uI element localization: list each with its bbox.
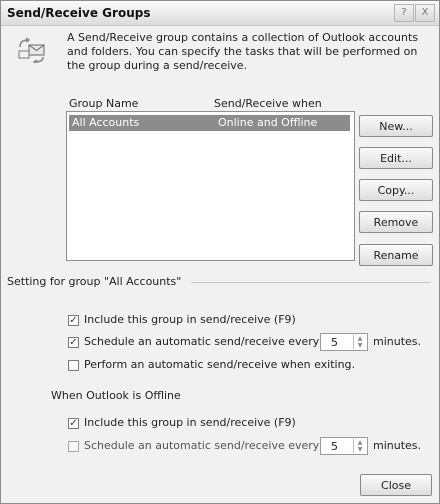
dialog-title: Send/Receive Groups [7, 6, 151, 20]
groups-list[interactable]: All Accounts Online and Offline [66, 111, 355, 261]
schedule-offline-minutes-spinner[interactable]: 5 ▲ ▼ [320, 437, 368, 455]
schedule-offline-minutes-suffix: minutes. [373, 439, 422, 452]
rename-button[interactable]: Rename [359, 244, 433, 266]
new-button[interactable]: New... [359, 115, 433, 137]
on-exit-label: Perform an automatic send/receive when e… [84, 358, 356, 371]
edit-button[interactable]: Edit... [359, 147, 433, 169]
offline-section-label: When Outlook is Offline [51, 389, 181, 402]
close-window-button[interactable]: X [415, 4, 435, 22]
group-name: All Accounts [72, 116, 140, 129]
schedule-online-minutes-spinner[interactable]: 5 ▲ ▼ [320, 333, 368, 351]
close-button[interactable]: Close [360, 474, 432, 496]
include-online-checkbox[interactable]: ✓ [68, 315, 79, 326]
schedule-online-label: Schedule an automatic send/receive every [84, 335, 320, 348]
group-send-receive-when: Online and Offline [218, 116, 318, 129]
title-bar: Send/Receive Groups ? X [1, 1, 439, 26]
schedule-offline-checkbox[interactable] [68, 441, 79, 452]
schedule-online-minutes-suffix: minutes. [373, 335, 422, 348]
schedule-offline-label: Schedule an automatic send/receive every [84, 439, 320, 452]
copy-button[interactable]: Copy... [359, 179, 433, 201]
remove-button[interactable]: Remove [359, 211, 433, 233]
group-separator-line [191, 282, 431, 283]
schedule-online-checkbox[interactable]: ✓ [68, 337, 79, 348]
include-offline-checkbox[interactable]: ✓ [68, 418, 79, 429]
column-header-send-receive-when: Send/Receive when [214, 97, 322, 110]
help-button[interactable]: ? [394, 4, 414, 22]
column-header-group-name: Group Name [69, 97, 139, 110]
settings-group-label: Setting for group "All Accounts" [7, 275, 186, 288]
group-row-all-accounts[interactable]: All Accounts Online and Offline [69, 115, 350, 131]
on-exit-checkbox[interactable] [68, 360, 79, 371]
spinner-arrows-icon[interactable]: ▲ ▼ [353, 439, 366, 453]
dialog-description: A Send/Receive group contains a collecti… [67, 31, 418, 72]
send-receive-groups-icon [18, 37, 45, 63]
spinner-arrows-icon[interactable]: ▲ ▼ [353, 335, 366, 349]
schedule-offline-minutes-value: 5 [331, 440, 338, 453]
send-receive-groups-dialog: Send/Receive Groups ? X A Send/Receive g… [0, 0, 440, 504]
include-offline-label: Include this group in send/receive (F9) [84, 416, 296, 429]
schedule-online-minutes-value: 5 [331, 336, 338, 349]
include-online-label: Include this group in send/receive (F9) [84, 313, 296, 326]
